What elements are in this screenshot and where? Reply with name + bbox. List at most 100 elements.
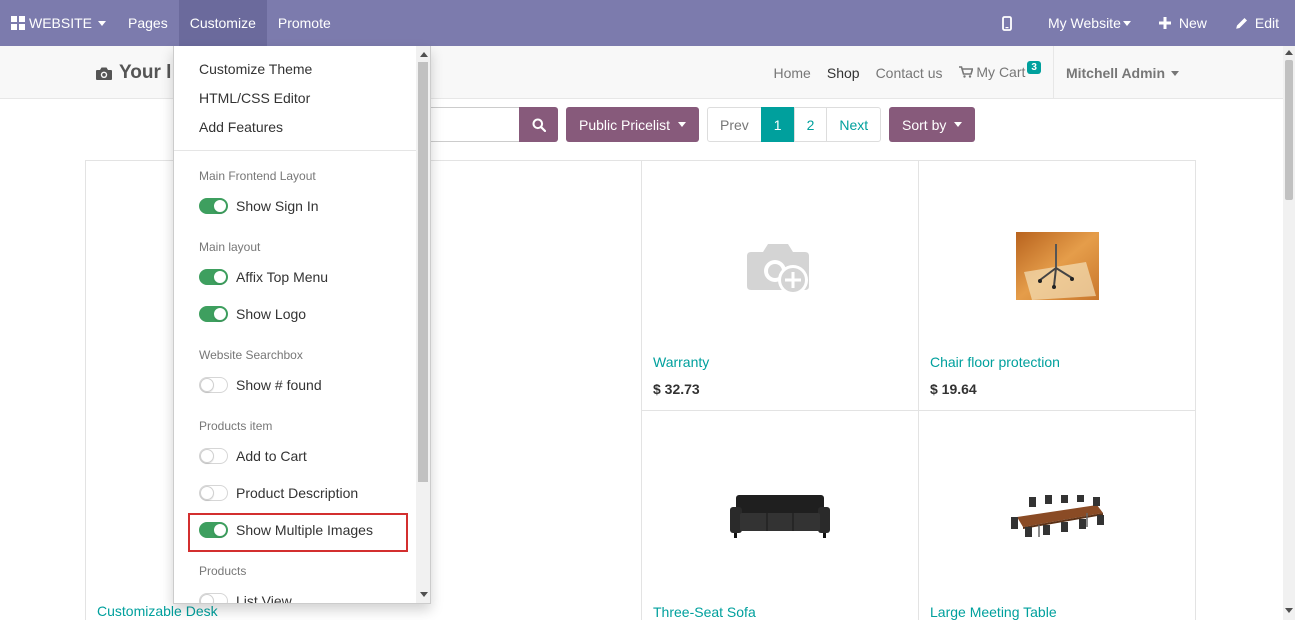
pricelist-label: Public Pricelist <box>579 116 671 133</box>
apps-grid-icon <box>11 16 25 30</box>
highlight-box <box>188 513 408 552</box>
option-show-found[interactable]: Show # found <box>199 377 322 393</box>
option-label: List View <box>236 593 292 604</box>
section-header: Products <box>199 564 247 578</box>
option-label: Show Logo <box>236 306 307 322</box>
page-scroll-up-arrow-icon[interactable] <box>1285 50 1293 55</box>
cart-icon <box>958 66 974 78</box>
product-name-customizable-desk[interactable]: Customizable Desk <box>97 603 218 619</box>
caret-down-icon <box>98 20 107 26</box>
option-product-description[interactable]: Product Description <box>199 485 358 501</box>
image-placeholder-icon <box>747 244 809 295</box>
option-label: Product Description <box>236 485 359 501</box>
toggle-switch[interactable] <box>199 448 228 464</box>
product-name[interactable]: Warranty <box>653 354 709 370</box>
scroll-down-arrow-icon[interactable] <box>420 592 428 597</box>
product-card-three-seat-sofa[interactable]: Three-Seat Sofa <box>641 410 919 620</box>
menu-html-css-editor[interactable]: HTML/CSS Editor <box>199 90 310 106</box>
product-name[interactable]: Three-Seat Sofa <box>653 604 756 620</box>
pricelist-dropdown[interactable]: Public Pricelist <box>566 107 700 142</box>
pager: Prev 1 2 Next <box>707 107 882 142</box>
toggle-switch[interactable] <box>199 377 228 393</box>
search-button[interactable] <box>519 107 558 142</box>
product-price: $ 19.64 <box>930 381 977 397</box>
toggle-switch[interactable] <box>199 269 228 285</box>
product-image-meeting-table <box>1011 495 1104 537</box>
page-scroll-thumb[interactable] <box>1285 60 1293 200</box>
sort-by-label: Sort by <box>902 116 947 133</box>
pager-page-2[interactable]: 2 <box>793 107 828 142</box>
new-button[interactable]: New <box>1145 0 1221 46</box>
section-header: Main layout <box>199 240 261 254</box>
product-card-warranty[interactable]: Warranty $ 32.73 <box>641 160 919 411</box>
product-image-sofa <box>730 495 830 538</box>
customize-menu[interactable]: Customize <box>178 0 267 46</box>
search-icon <box>532 118 546 132</box>
product-price: $ 32.73 <box>653 381 700 397</box>
product-search-input[interactable] <box>420 107 520 142</box>
user-name: Mitchell Admin <box>1065 64 1165 81</box>
menu-customize-theme[interactable]: Customize Theme <box>199 61 312 77</box>
option-label: Affix Top Menu <box>236 269 329 285</box>
option-label: Show Sign In <box>236 198 319 214</box>
product-image-chair-mat <box>1016 232 1099 300</box>
caret-down-icon <box>1171 71 1179 77</box>
cart-label: My Cart <box>976 64 1026 80</box>
plus-icon <box>1158 17 1171 29</box>
product-name[interactable]: Chair floor protection <box>930 354 1060 370</box>
toggle-switch[interactable] <box>199 593 228 603</box>
option-label: Add to Cart <box>236 448 307 464</box>
menu-add-features[interactable]: Add Features <box>199 119 283 135</box>
pager-next[interactable]: Next <box>826 107 882 142</box>
page-scroll-down-arrow-icon[interactable] <box>1285 608 1293 613</box>
pages-menu[interactable]: Pages <box>117 0 179 46</box>
caret-down-icon <box>954 122 963 127</box>
camera-icon <box>96 67 112 80</box>
user-menu[interactable]: Mitchell Admin <box>1058 65 1187 81</box>
option-show-sign-in[interactable]: Show Sign In <box>199 198 319 214</box>
promote-menu[interactable]: Promote <box>267 0 342 46</box>
mobile-icon <box>1002 15 1012 31</box>
toggle-switch[interactable] <box>199 306 228 322</box>
my-website-switcher[interactable]: My Website <box>1034 0 1145 46</box>
section-header: Products item <box>199 419 273 433</box>
scroll-up-arrow-icon[interactable] <box>420 52 428 57</box>
section-header: Website Searchbox <box>199 348 303 362</box>
toggle-switch[interactable] <box>199 485 228 501</box>
new-label: New <box>1178 15 1207 31</box>
option-list-view[interactable]: List View <box>199 593 292 604</box>
mobile-preview-button[interactable] <box>980 0 1034 46</box>
option-affix-top-menu[interactable]: Affix Top Menu <box>199 269 328 285</box>
toggle-switch[interactable] <box>199 198 228 214</box>
my-website-label: My Website <box>1047 15 1121 31</box>
nav-divider <box>1052 46 1054 99</box>
caret-down-icon <box>678 122 687 127</box>
edit-button[interactable]: Edit <box>1221 0 1295 46</box>
admin-topbar: WEBSITE Pages Customize Promote My Websi… <box>0 0 1295 46</box>
product-card-chair-floor-protection[interactable]: Chair floor protection $ 19.64 <box>918 160 1196 411</box>
nav-home[interactable]: Home <box>766 65 819 81</box>
menu-divider <box>174 150 416 151</box>
option-add-to-cart[interactable]: Add to Cart <box>199 448 307 464</box>
caret-down-icon <box>1122 20 1131 26</box>
logo-text: Your l <box>119 62 172 83</box>
site-logo[interactable]: Your l <box>95 62 171 84</box>
option-show-logo[interactable]: Show Logo <box>199 306 306 322</box>
section-header: Main Frontend Layout <box>199 169 316 183</box>
dropdown-scroll-thumb[interactable] <box>418 62 428 482</box>
nav-contact-us[interactable]: Contact us <box>868 65 951 81</box>
site-nav: Home Shop Contact us My Cart 3 Mitchell A… <box>766 46 1188 99</box>
edit-label: Edit <box>1254 15 1279 31</box>
pager-page-1[interactable]: 1 <box>760 107 795 142</box>
option-label: Show # found <box>236 377 322 393</box>
website-label: WEBSITE <box>29 15 93 31</box>
sort-by-dropdown[interactable]: Sort by <box>889 107 976 142</box>
pager-prev[interactable]: Prev <box>707 107 762 142</box>
website-apps-menu[interactable]: WEBSITE <box>0 0 117 46</box>
pencil-icon <box>1236 17 1247 29</box>
nav-my-cart[interactable]: My Cart 3 <box>951 61 1049 81</box>
product-card-large-meeting-table[interactable]: Large Meeting Table <box>918 410 1196 620</box>
cart-count-badge: 3 <box>1027 61 1041 74</box>
product-name[interactable]: Large Meeting Table <box>930 604 1057 620</box>
nav-shop[interactable]: Shop <box>819 65 868 81</box>
